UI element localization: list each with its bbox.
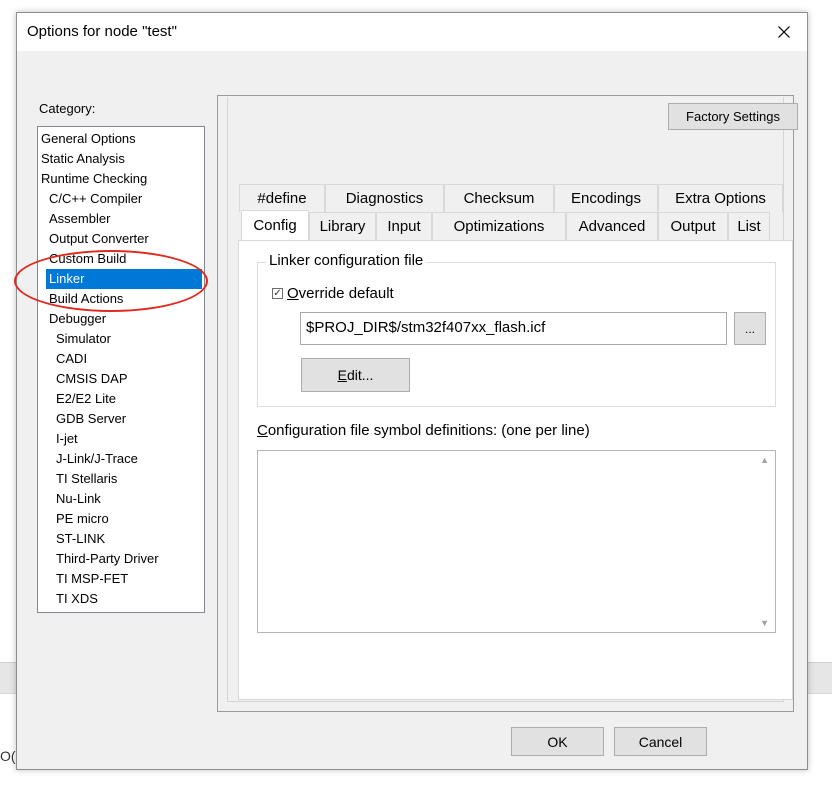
linker-config-group-title: Linker configuration file (266, 252, 427, 269)
category-item-runtime-checking[interactable]: Runtime Checking (38, 169, 204, 189)
config-tab-content: Linker configuration file ✓ Override def… (238, 240, 793, 700)
tab-optimizations[interactable]: Optimizations (432, 212, 566, 240)
category-item-pe-micro[interactable]: PE micro (38, 509, 204, 529)
options-panel: Factory Settings #define Diagnostics Check… (217, 95, 798, 712)
override-default-checkbox[interactable]: ✓ (272, 288, 283, 299)
category-item-ti-xds[interactable]: TI XDS (38, 589, 204, 609)
cancel-button[interactable]: Cancel (614, 727, 707, 756)
tab-config[interactable]: Config (241, 210, 309, 240)
category-item-general-options[interactable]: General Options (38, 129, 204, 149)
close-button[interactable] (761, 13, 807, 51)
category-item-build-actions[interactable]: Build Actions (38, 289, 204, 309)
config-file-path-input[interactable]: $PROJ_DIR$/stm32f407xx_flash.icf (300, 312, 727, 345)
options-dialog: Options for node "test" Category: Genera… (14, 12, 808, 770)
category-item-ti-stellaris[interactable]: TI Stellaris (38, 469, 204, 489)
category-label: Category: (39, 101, 96, 116)
category-item-gdb-server[interactable]: GDB Server (38, 409, 204, 429)
close-icon (778, 26, 790, 38)
symbol-definitions-label: Configuration file symbol definitions: (… (257, 422, 590, 439)
category-item-cadi[interactable]: CADI (38, 349, 204, 369)
override-default-label: Override default (287, 285, 394, 302)
options-panel-inner: Factory Settings #define Diagnostics Check… (227, 97, 798, 702)
background-app-text: O( (0, 748, 16, 764)
tab-output[interactable]: Output (658, 212, 728, 240)
linker-config-group: Linker configuration file ✓ Override def… (257, 252, 776, 407)
scroll-down-icon[interactable]: ▼ (760, 618, 769, 628)
category-item-c-c-compiler[interactable]: C/C++ Compiler (38, 189, 204, 209)
category-list[interactable]: General Options Static Analysis Runtime Ch… (37, 126, 205, 613)
category-item-j-link-j-trace[interactable]: J-Link/J-Trace (38, 449, 204, 469)
scroll-up-icon[interactable]: ▲ (760, 455, 769, 465)
category-item-custom-build[interactable]: Custom Build (38, 249, 204, 269)
symbol-definitions-textarea[interactable]: ▲ ▼ (257, 450, 776, 633)
factory-settings-button[interactable]: Factory Settings (668, 103, 798, 130)
category-item-nu-link[interactable]: Nu-Link (38, 489, 204, 509)
tab-extra-options[interactable]: Extra Options (658, 184, 783, 212)
category-item-st-link[interactable]: ST-LINK (38, 529, 204, 549)
tab-encodings[interactable]: Encodings (554, 184, 658, 212)
category-item-cmsis-dap[interactable]: CMSIS DAP (38, 369, 204, 389)
edit-button[interactable]: Edit... (301, 358, 410, 392)
tab-diagnostics[interactable]: Diagnostics (325, 184, 444, 212)
browse-button[interactable]: ... (734, 312, 766, 345)
ok-button[interactable]: OK (511, 727, 604, 756)
category-item-e2-e2-lite[interactable]: E2/E2 Lite (38, 389, 204, 409)
tab-define[interactable]: #define (239, 184, 325, 212)
category-item-output-converter[interactable]: Output Converter (38, 229, 204, 249)
category-item-i-jet[interactable]: I-jet (38, 429, 204, 449)
category-item-ti-msp-fet[interactable]: TI MSP-FET (38, 569, 204, 589)
dialog-title: Options for node "test" (27, 23, 177, 40)
title-bar: Options for node "test" (17, 13, 807, 51)
tab-advanced[interactable]: Advanced (566, 212, 658, 240)
category-item-linker[interactable]: Linker (46, 269, 202, 289)
category-item-static-analysis[interactable]: Static Analysis (38, 149, 204, 169)
tab-library[interactable]: Library (309, 212, 376, 240)
category-item-debugger[interactable]: Debugger (38, 309, 204, 329)
tab-input[interactable]: Input (376, 212, 432, 240)
tab-checksum[interactable]: Checksum (444, 184, 554, 212)
category-item-assembler[interactable]: Assembler (38, 209, 204, 229)
tab-list[interactable]: List (728, 212, 770, 240)
category-item-simulator[interactable]: Simulator (38, 329, 204, 349)
category-item-third-party-driver[interactable]: Third-Party Driver (38, 549, 204, 569)
override-default-checkbox-row[interactable]: ✓ Override default (272, 285, 394, 302)
